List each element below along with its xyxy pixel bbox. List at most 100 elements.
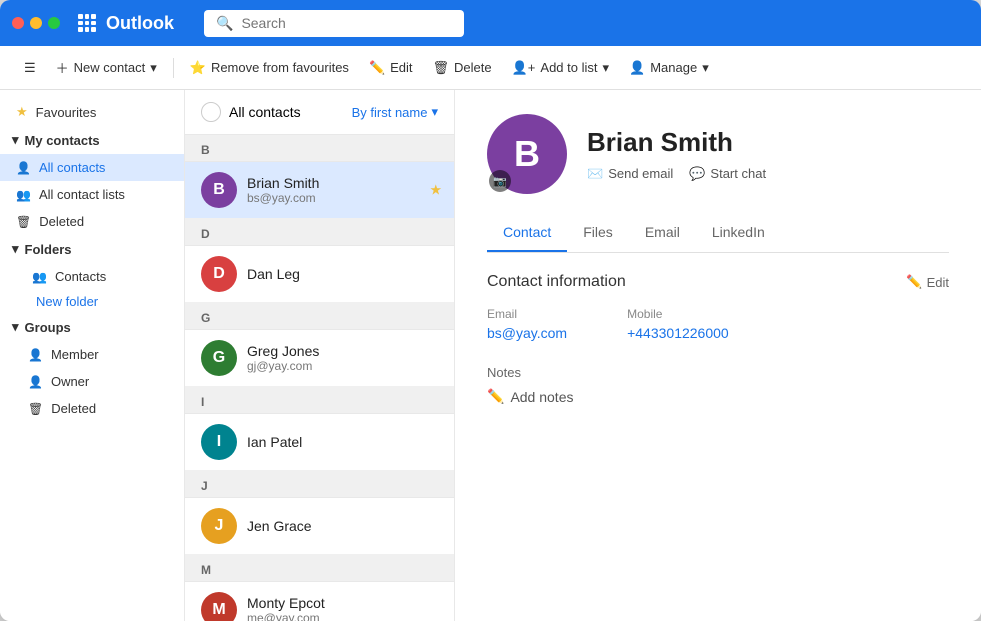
sidebar-item-all-contact-lists[interactable]: 👥 All contact lists xyxy=(0,181,184,208)
section-letter-j: J xyxy=(185,471,454,498)
detail-avatar: B 📷 xyxy=(487,114,567,194)
search-bar[interactable]: 🔍 xyxy=(204,10,464,37)
manage-button[interactable]: 👤 Manage ▾ xyxy=(621,55,717,81)
contact-email-monty-epcot: me@yay.com xyxy=(247,611,438,621)
sidebar-item-member[interactable]: 👤 Member xyxy=(0,341,184,368)
tab-files[interactable]: Files xyxy=(567,214,629,252)
sidebar-item-all-contacts[interactable]: 👤 All contacts xyxy=(0,154,184,181)
contact-name-dan-leg: Dan Leg xyxy=(247,266,438,282)
detail-avatar-letter: B xyxy=(514,133,540,175)
contacts-sub-icon: 👥 xyxy=(32,270,47,284)
email-value[interactable]: bs@yay.com xyxy=(487,325,567,341)
contact-item-greg-jones[interactable]: G Greg Jones gj@yay.com xyxy=(185,330,454,387)
contact-item-ian-patel[interactable]: I Ian Patel xyxy=(185,414,454,471)
sidebar-item-owner[interactable]: 👤 Owner xyxy=(0,368,184,395)
contact-name-brian-smith: Brian Smith xyxy=(247,175,438,191)
minimize-button[interactable] xyxy=(30,17,42,29)
add-list-icon: 👤+ xyxy=(512,60,536,76)
contact-email-greg-jones: gj@yay.com xyxy=(247,359,438,373)
section-letter-g: G xyxy=(185,303,454,330)
detail-header: B 📷 Brian Smith ✉️ Send email 💬 Start ch… xyxy=(487,114,949,194)
chevron-groups-icon: ▾ xyxy=(12,319,19,335)
contact-item-jen-grace[interactable]: J Jen Grace xyxy=(185,498,454,555)
star-sidebar-icon: ★ xyxy=(16,104,28,120)
contact-item-dan-leg[interactable]: D Dan Leg xyxy=(185,246,454,303)
add-notes-button[interactable]: ✏️ Add notes xyxy=(487,388,949,405)
search-input[interactable] xyxy=(241,15,452,31)
avatar-jen-grace: J xyxy=(201,508,237,544)
add-to-list-button[interactable]: 👤+ Add to list ▾ xyxy=(504,55,617,81)
sidebar-item-contacts-sub[interactable]: 👥 Contacts xyxy=(0,263,184,290)
tab-linkedin[interactable]: LinkedIn xyxy=(696,214,781,252)
chevron-down-icon: ▾ xyxy=(150,60,157,76)
contact-item-brian-smith[interactable]: B Brian Smith bs@yay.com ★ xyxy=(185,162,454,219)
sidebar-item-deleted[interactable]: 🗑 Deleted xyxy=(0,208,184,235)
sidebar-item-deleted-groups[interactable]: 🗑 Deleted xyxy=(0,395,184,422)
app-grid-icon[interactable] xyxy=(78,14,96,32)
email-field-group: Email bs@yay.com xyxy=(487,307,567,341)
main-content: ★ Favourites ▾ My contacts 👤 All contact… xyxy=(0,90,981,621)
new-folder-link[interactable]: New folder xyxy=(0,290,184,313)
delete-toolbar-button[interactable]: 🗑 Delete xyxy=(425,55,500,81)
sidebar-section-my-contacts[interactable]: ▾ My contacts xyxy=(0,126,184,154)
notes-label: Notes xyxy=(487,365,949,380)
contact-info-monty-epcot: Monty Epcot me@yay.com xyxy=(247,595,438,621)
app-window: Outlook 🔍 ☰ ＋ New contact ▾ ⭐ Remove fro… xyxy=(0,0,981,621)
remove-favourites-button[interactable]: ⭐ Remove from favourites xyxy=(182,55,357,81)
avatar-monty-epcot: M xyxy=(201,592,237,621)
contact-info-greg-jones: Greg Jones gj@yay.com xyxy=(247,343,438,373)
detail-header-info: Brian Smith ✉️ Send email 💬 Start chat xyxy=(587,127,766,182)
sidebar-section-groups[interactable]: ▾ Groups xyxy=(0,313,184,341)
edit-contact-button[interactable]: ✏️ Edit xyxy=(906,274,949,290)
contact-name-greg-jones: Greg Jones xyxy=(247,343,438,359)
all-contacts-icon: 👤 xyxy=(16,161,31,175)
mobile-value[interactable]: +443301226000 xyxy=(627,325,729,341)
contact-name-jen-grace: Jen Grace xyxy=(247,518,438,534)
contact-fields: Email bs@yay.com Mobile +443301226000 xyxy=(487,307,949,341)
detail-panel: B 📷 Brian Smith ✉️ Send email 💬 Start ch… xyxy=(455,90,981,621)
contact-item-monty-epcot[interactable]: M Monty Epcot me@yay.com xyxy=(185,582,454,621)
contact-list-header: All contacts By first name ▾ xyxy=(185,90,454,135)
edit-icon: ✏️ xyxy=(369,60,385,76)
chevron-down-icon-2: ▾ xyxy=(603,60,610,76)
starred-icon-brian-smith: ★ xyxy=(429,182,442,199)
detail-actions: ✉️ Send email 💬 Start chat xyxy=(587,166,766,182)
detail-tabs: Contact Files Email LinkedIn xyxy=(487,214,949,253)
new-contact-button[interactable]: ＋ New contact ▾ xyxy=(48,53,165,82)
deleted-icon: 🗑 xyxy=(16,215,31,229)
hamburger-button[interactable]: ☰ xyxy=(16,55,44,81)
add-notes-icon: ✏️ xyxy=(487,388,504,405)
email-label: Email xyxy=(487,307,567,321)
sort-label: By first name xyxy=(352,105,428,120)
edit-toolbar-button[interactable]: ✏️ Edit xyxy=(361,55,421,81)
tab-email[interactable]: Email xyxy=(629,214,696,252)
avatar-greg-jones: G xyxy=(201,340,237,376)
titlebar: Outlook 🔍 xyxy=(0,0,981,46)
sidebar-item-favourites[interactable]: ★ Favourites xyxy=(0,98,184,126)
start-chat-button[interactable]: 💬 Start chat xyxy=(689,166,766,182)
sort-button[interactable]: By first name ▾ xyxy=(352,104,438,120)
sidebar-section-folders[interactable]: ▾ Folders xyxy=(0,235,184,263)
contact-info-ian-patel: Ian Patel xyxy=(247,434,438,450)
contact-name-monty-epcot: Monty Epcot xyxy=(247,595,438,611)
notes-section: Notes ✏️ Add notes xyxy=(487,365,949,405)
delete-icon: 🗑 xyxy=(433,60,450,76)
contact-info-jen-grace: Jen Grace xyxy=(247,518,438,534)
avatar-brian-smith: B xyxy=(201,172,237,208)
send-email-button[interactable]: ✉️ Send email xyxy=(587,166,673,182)
tab-contact[interactable]: Contact xyxy=(487,214,567,252)
window-controls xyxy=(12,17,60,29)
maximize-button[interactable] xyxy=(48,17,60,29)
contact-info-dan-leg: Dan Leg xyxy=(247,266,438,282)
avatar-dan-leg: D xyxy=(201,256,237,292)
plus-icon: ＋ xyxy=(56,58,69,77)
camera-icon[interactable]: 📷 xyxy=(489,170,511,192)
contact-name-ian-patel: Ian Patel xyxy=(247,434,438,450)
deleted-groups-icon: 🗑 xyxy=(28,402,43,416)
close-button[interactable] xyxy=(12,17,24,29)
hamburger-icon: ☰ xyxy=(24,60,36,76)
star-icon: ⭐ xyxy=(190,60,206,76)
all-contacts-checkbox[interactable] xyxy=(201,102,221,122)
section-letter-m: M xyxy=(185,555,454,582)
contact-email-brian-smith: bs@yay.com xyxy=(247,191,438,205)
